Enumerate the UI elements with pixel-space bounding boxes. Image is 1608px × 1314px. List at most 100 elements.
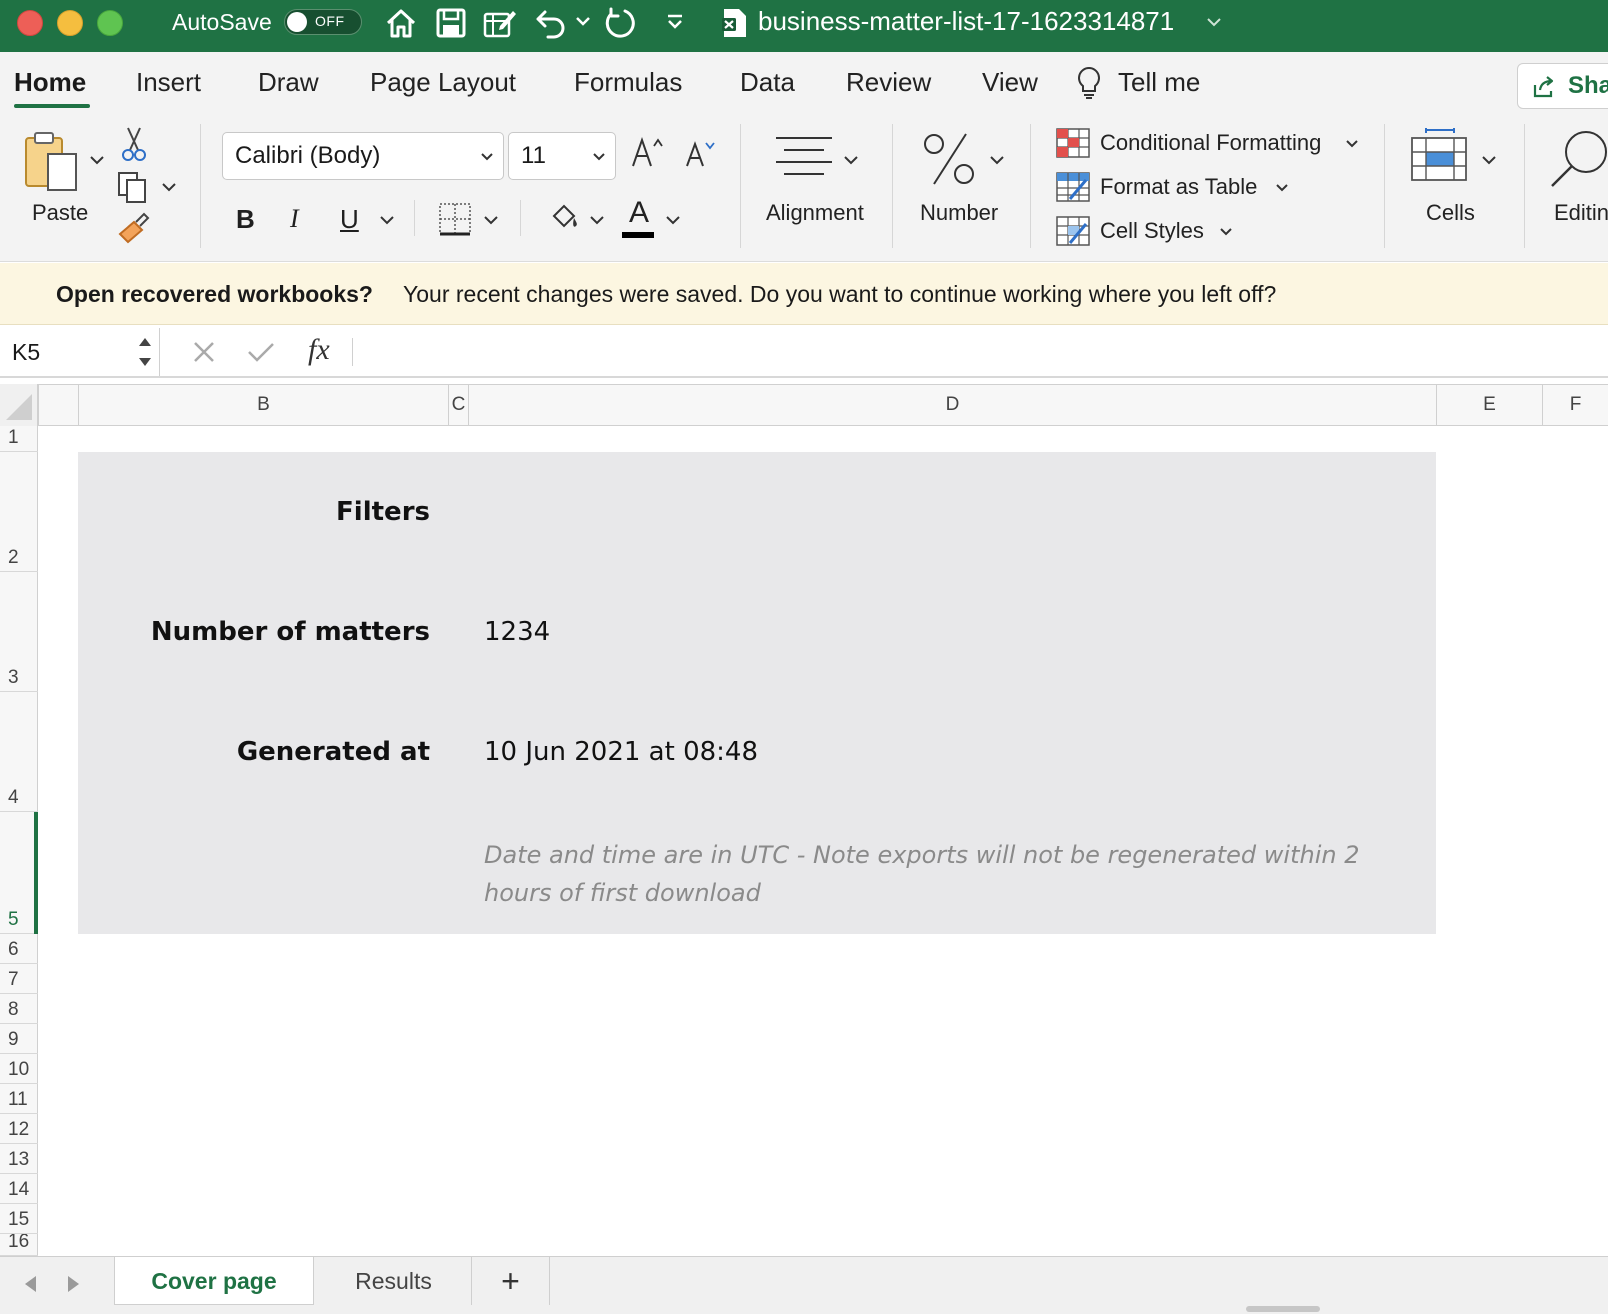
format-as-table-button[interactable]: Format as Table <box>1056 170 1296 204</box>
cells-chevron-icon[interactable] <box>1482 156 1496 165</box>
zoom-window-button[interactable] <box>97 10 123 36</box>
row-header[interactable]: 16 <box>0 1234 38 1256</box>
row-header[interactable]: 2 <box>0 452 38 572</box>
row-header[interactable]: 7 <box>0 964 38 994</box>
font-color-chevron-icon[interactable] <box>666 216 680 225</box>
row-header[interactable]: 3 <box>0 572 38 692</box>
fill-color-chevron-icon[interactable] <box>590 216 604 225</box>
minimize-window-button[interactable] <box>57 10 83 36</box>
utc-note: Date and time are in UTC - Note exports … <box>484 841 1360 907</box>
alignment-label: Alignment <box>766 200 864 225</box>
autosave-toggle[interactable]: OFF <box>284 9 362 35</box>
confirm-entry-icon[interactable] <box>246 340 276 364</box>
row-header-selected[interactable]: 5 <box>0 812 38 934</box>
excel-file-icon <box>722 7 748 39</box>
italic-button[interactable]: I <box>290 204 299 234</box>
tell-me-search[interactable]: Tell me <box>1118 66 1200 98</box>
title-chevron-icon[interactable] <box>1207 18 1221 27</box>
add-sheet-button[interactable]: + <box>472 1257 550 1305</box>
row-number: 7 <box>8 969 19 990</box>
name-box-stepper-icon[interactable] <box>138 334 152 370</box>
next-sheet-icon[interactable] <box>66 1274 82 1294</box>
copy-options-chevron-icon[interactable] <box>162 183 176 192</box>
tab-home[interactable]: Home <box>14 66 86 98</box>
row-number: 4 <box>8 787 19 808</box>
row-header[interactable]: 15 <box>0 1204 38 1234</box>
tab-view[interactable]: View <box>982 66 1038 98</box>
bold-button[interactable]: B <box>236 204 255 235</box>
formula-input[interactable] <box>364 338 1584 366</box>
font-name-value: Calibri (Body) <box>235 142 381 169</box>
borders-icon[interactable] <box>438 202 472 236</box>
select-all-button[interactable] <box>0 384 38 426</box>
cancel-entry-icon[interactable] <box>192 340 216 364</box>
share-button[interactable]: Share <box>1517 63 1608 109</box>
column-header-b[interactable]: B <box>78 384 448 426</box>
increase-font-size-icon[interactable] <box>630 134 664 170</box>
row-header[interactable]: 12 <box>0 1114 38 1144</box>
row-header[interactable]: 11 <box>0 1084 38 1114</box>
cut-icon[interactable] <box>120 126 148 162</box>
column-header-f[interactable]: F <box>1542 384 1608 426</box>
undo-icon[interactable] <box>534 7 568 39</box>
ribbon-separator <box>892 124 893 248</box>
save-icon[interactable] <box>434 6 468 40</box>
sheet-tab-results[interactable]: Results <box>316 1257 472 1305</box>
ribbon-separator <box>200 124 201 248</box>
number-chevron-icon[interactable] <box>990 156 1004 165</box>
percent-number-format-icon[interactable] <box>922 130 978 188</box>
row-header[interactable]: 14 <box>0 1174 38 1204</box>
redo-icon[interactable] <box>602 6 636 40</box>
row-number: 14 <box>8 1179 30 1200</box>
row-header[interactable]: 8 <box>0 994 38 1024</box>
alignment-icon[interactable] <box>774 134 834 182</box>
alignment-chevron-icon[interactable] <box>844 156 858 165</box>
close-window-button[interactable] <box>17 10 43 36</box>
edit-workbook-icon[interactable] <box>482 6 518 40</box>
row-number: 11 <box>8 1089 28 1110</box>
tab-data[interactable]: Data <box>740 66 795 98</box>
row-header[interactable]: 4 <box>0 692 38 812</box>
font-color-button[interactable]: A <box>622 196 656 230</box>
undo-dropdown-chevron-icon[interactable] <box>576 17 590 26</box>
horizontal-scrollbar-thumb[interactable] <box>1246 1306 1320 1312</box>
tab-page-layout[interactable]: Page Layout <box>370 66 516 98</box>
column-header-c[interactable]: C <box>448 384 468 426</box>
format-painter-icon[interactable] <box>116 212 150 246</box>
column-header-e[interactable]: E <box>1436 384 1542 426</box>
tab-draw[interactable]: Draw <box>258 66 319 98</box>
paste-icon[interactable] <box>22 130 80 194</box>
row-header[interactable]: 6 <box>0 934 38 964</box>
cell-styles-button[interactable]: Cell Styles <box>1056 214 1246 248</box>
name-box-value: K5 <box>12 339 41 365</box>
conditional-formatting-button[interactable]: Conditional Formatting <box>1056 126 1358 160</box>
sheet-tab-cover-page[interactable]: Cover page <box>114 1257 314 1305</box>
cells-icon[interactable] <box>1410 128 1470 184</box>
decrease-font-size-icon[interactable] <box>684 138 718 170</box>
row-header[interactable]: 13 <box>0 1144 38 1174</box>
underline-options-chevron-icon[interactable] <box>380 216 394 225</box>
insert-function-button[interactable]: fx <box>308 333 330 367</box>
fill-color-icon[interactable] <box>548 200 582 234</box>
tab-formulas[interactable]: Formulas <box>574 66 682 98</box>
row-number: 6 <box>8 939 19 960</box>
copy-icon[interactable] <box>116 170 150 204</box>
paste-options-chevron-icon[interactable] <box>90 156 104 165</box>
tab-insert[interactable]: Insert <box>136 66 201 98</box>
tab-review[interactable]: Review <box>846 66 931 98</box>
column-header-a[interactable] <box>38 384 78 426</box>
row-header[interactable]: 1 <box>0 426 38 452</box>
font-size-dropdown[interactable]: 11 <box>508 132 616 180</box>
previous-sheet-icon[interactable] <box>22 1274 38 1294</box>
customize-toolbar-icon[interactable] <box>666 13 684 31</box>
row-header[interactable]: 9 <box>0 1024 38 1054</box>
underline-button[interactable]: U <box>340 204 359 235</box>
row-header[interactable]: 10 <box>0 1054 38 1084</box>
font-name-dropdown[interactable]: Calibri (Body) <box>222 132 504 180</box>
borders-chevron-icon[interactable] <box>484 216 498 225</box>
home-icon[interactable] <box>384 6 418 40</box>
row-number: 10 <box>8 1059 30 1080</box>
column-header-d[interactable]: D <box>468 384 1436 426</box>
row-number: 2 <box>8 547 19 568</box>
editing-search-icon[interactable] <box>1548 128 1608 192</box>
